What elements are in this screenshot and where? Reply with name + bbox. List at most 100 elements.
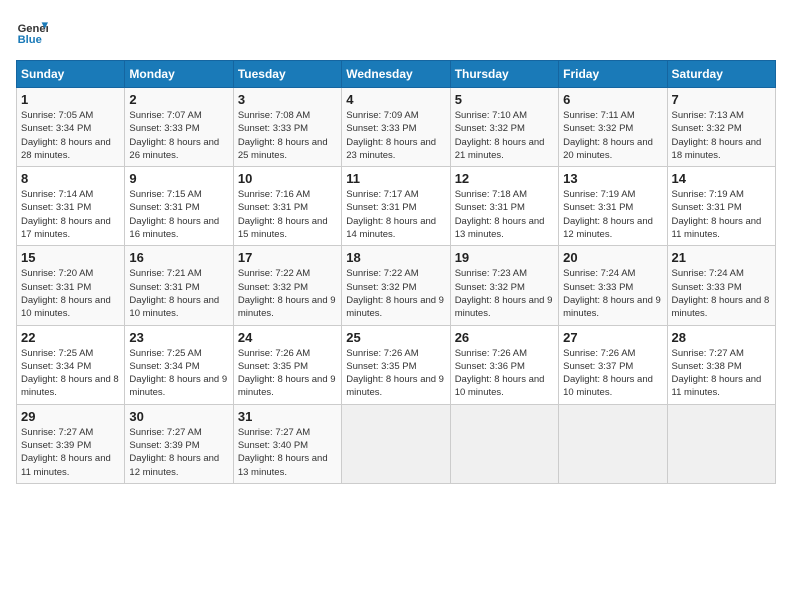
calendar-cell: 1 Sunrise: 7:05 AMSunset: 3:34 PMDaylight… — [17, 88, 125, 167]
day-info: Sunrise: 7:10 AMSunset: 3:32 PMDaylight:… — [455, 109, 554, 162]
calendar-cell: 8 Sunrise: 7:14 AMSunset: 3:31 PMDaylight… — [17, 167, 125, 246]
calendar-cell — [667, 404, 775, 483]
day-number: 20 — [563, 250, 662, 265]
col-header-friday: Friday — [559, 61, 667, 88]
day-number: 30 — [129, 409, 228, 424]
calendar-cell: 21 Sunrise: 7:24 AMSunset: 3:33 PMDayligh… — [667, 246, 775, 325]
day-info: Sunrise: 7:18 AMSunset: 3:31 PMDaylight:… — [455, 188, 554, 241]
day-info: Sunrise: 7:14 AMSunset: 3:31 PMDaylight:… — [21, 188, 120, 241]
col-header-thursday: Thursday — [450, 61, 558, 88]
day-number: 5 — [455, 92, 554, 107]
day-info: Sunrise: 7:26 AMSunset: 3:35 PMDaylight:… — [346, 347, 445, 400]
calendar-cell — [559, 404, 667, 483]
day-info: Sunrise: 7:15 AMSunset: 3:31 PMDaylight:… — [129, 188, 228, 241]
calendar-week-3: 15 Sunrise: 7:20 AMSunset: 3:31 PMDayligh… — [17, 246, 776, 325]
day-number: 4 — [346, 92, 445, 107]
day-number: 21 — [672, 250, 771, 265]
calendar-cell: 12 Sunrise: 7:18 AMSunset: 3:31 PMDayligh… — [450, 167, 558, 246]
day-info: Sunrise: 7:27 AMSunset: 3:39 PMDaylight:… — [21, 426, 120, 479]
day-number: 28 — [672, 330, 771, 345]
day-info: Sunrise: 7:09 AMSunset: 3:33 PMDaylight:… — [346, 109, 445, 162]
day-info: Sunrise: 7:26 AMSunset: 3:36 PMDaylight:… — [455, 347, 554, 400]
calendar-cell: 26Sunrise: 7:26 AMSunset: 3:36 PMDayligh… — [450, 325, 558, 404]
calendar-cell: 6Sunrise: 7:11 AMSunset: 3:32 PMDaylight… — [559, 88, 667, 167]
calendar-cell: 17 Sunrise: 7:22 AMSunset: 3:32 PMDayligh… — [233, 246, 341, 325]
calendar-cell: 14Sunrise: 7:19 AMSunset: 3:31 PMDayligh… — [667, 167, 775, 246]
day-info: Sunrise: 7:26 AMSunset: 3:35 PMDaylight:… — [238, 347, 337, 400]
calendar-cell: 22Sunrise: 7:25 AMSunset: 3:34 PMDayligh… — [17, 325, 125, 404]
day-info: Sunrise: 7:21 AMSunset: 3:31 PMDaylight:… — [129, 267, 228, 320]
day-info: Sunrise: 7:23 AMSunset: 3:32 PMDaylight:… — [455, 267, 554, 320]
day-info: Sunrise: 7:25 AMSunset: 3:34 PMDaylight:… — [129, 347, 228, 400]
logo: General Blue — [16, 16, 48, 48]
day-number: 31 — [238, 409, 337, 424]
calendar-cell: 18Sunrise: 7:22 AMSunset: 3:32 PMDayligh… — [342, 246, 450, 325]
calendar-cell: 10Sunrise: 7:16 AMSunset: 3:31 PMDayligh… — [233, 167, 341, 246]
day-number: 24 — [238, 330, 337, 345]
calendar-cell — [342, 404, 450, 483]
calendar-cell: 31 Sunrise: 7:27 AMSunset: 3:40 PMDayligh… — [233, 404, 341, 483]
calendar-cell: 30Sunrise: 7:27 AMSunset: 3:39 PMDayligh… — [125, 404, 233, 483]
day-number: 17 — [238, 250, 337, 265]
col-header-monday: Monday — [125, 61, 233, 88]
day-info: Sunrise: 7:05 AMSunset: 3:34 PMDaylight:… — [21, 109, 120, 162]
calendar-cell: 13 Sunrise: 7:19 AMSunset: 3:31 PMDayligh… — [559, 167, 667, 246]
day-number: 25 — [346, 330, 445, 345]
day-info: Sunrise: 7:22 AMSunset: 3:32 PMDaylight:… — [238, 267, 337, 320]
calendar-cell: 28 Sunrise: 7:27 AMSunset: 3:38 PMDayligh… — [667, 325, 775, 404]
day-number: 14 — [672, 171, 771, 186]
calendar-cell: 15 Sunrise: 7:20 AMSunset: 3:31 PMDayligh… — [17, 246, 125, 325]
day-number: 18 — [346, 250, 445, 265]
day-number: 3 — [238, 92, 337, 107]
day-number: 22 — [21, 330, 120, 345]
calendar-table: SundayMondayTuesdayWednesdayThursdayFrid… — [16, 60, 776, 484]
day-info: Sunrise: 7:26 AMSunset: 3:37 PMDaylight:… — [563, 347, 662, 400]
day-number: 8 — [21, 171, 120, 186]
calendar-cell: 20 Sunrise: 7:24 AMSunset: 3:33 PMDayligh… — [559, 246, 667, 325]
calendar-cell: 25 Sunrise: 7:26 AMSunset: 3:35 PMDayligh… — [342, 325, 450, 404]
calendar-week-5: 29 Sunrise: 7:27 AMSunset: 3:39 PMDayligh… — [17, 404, 776, 483]
col-header-wednesday: Wednesday — [342, 61, 450, 88]
calendar-week-4: 22 Sunrise: 7:25 AMSunset: 3:34 PMDayligh… — [17, 325, 776, 404]
calendar-cell: 2Sunrise: 7:07 AMSunset: 3:33 PMDaylight… — [125, 88, 233, 167]
day-info: Sunrise: 7:24 AMSunset: 3:33 PMDaylight:… — [672, 267, 771, 320]
day-number: 29 — [21, 409, 120, 424]
calendar-cell: 27 Sunrise: 7:26 AMSunset: 3:37 PMDayligh… — [559, 325, 667, 404]
calendar-cell: 23Sunrise: 7:25 AMSunset: 3:34 PMDayligh… — [125, 325, 233, 404]
day-info: Sunrise: 7:16 AMSunset: 3:31 PMDaylight:… — [238, 188, 337, 241]
calendar-cell: 16Sunrise: 7:21 AMSunset: 3:31 PMDayligh… — [125, 246, 233, 325]
day-number: 7 — [672, 92, 771, 107]
day-number: 15 — [21, 250, 120, 265]
day-number: 11 — [346, 171, 445, 186]
page-header: General Blue — [16, 16, 776, 48]
calendar-cell: 9 Sunrise: 7:15 AMSunset: 3:31 PMDaylight… — [125, 167, 233, 246]
logo-icon: General Blue — [16, 16, 48, 48]
day-info: Sunrise: 7:24 AMSunset: 3:33 PMDaylight:… — [563, 267, 662, 320]
calendar-cell: 29 Sunrise: 7:27 AMSunset: 3:39 PMDayligh… — [17, 404, 125, 483]
day-info: Sunrise: 7:19 AMSunset: 3:31 PMDaylight:… — [563, 188, 662, 241]
calendar-cell: 11 Sunrise: 7:17 AMSunset: 3:31 PMDayligh… — [342, 167, 450, 246]
day-number: 2 — [129, 92, 228, 107]
calendar-cell: 7 Sunrise: 7:13 AMSunset: 3:32 PMDaylight… — [667, 88, 775, 167]
calendar-cell: 24 Sunrise: 7:26 AMSunset: 3:35 PMDayligh… — [233, 325, 341, 404]
day-number: 27 — [563, 330, 662, 345]
calendar-cell — [450, 404, 558, 483]
calendar-week-1: 1 Sunrise: 7:05 AMSunset: 3:34 PMDaylight… — [17, 88, 776, 167]
header-row: SundayMondayTuesdayWednesdayThursdayFrid… — [17, 61, 776, 88]
day-number: 9 — [129, 171, 228, 186]
calendar-cell: 3Sunrise: 7:08 AMSunset: 3:33 PMDaylight… — [233, 88, 341, 167]
day-info: Sunrise: 7:27 AMSunset: 3:38 PMDaylight:… — [672, 347, 771, 400]
day-info: Sunrise: 7:20 AMSunset: 3:31 PMDaylight:… — [21, 267, 120, 320]
calendar-week-2: 8 Sunrise: 7:14 AMSunset: 3:31 PMDaylight… — [17, 167, 776, 246]
col-header-sunday: Sunday — [17, 61, 125, 88]
day-number: 1 — [21, 92, 120, 107]
svg-text:Blue: Blue — [18, 34, 42, 46]
day-info: Sunrise: 7:13 AMSunset: 3:32 PMDaylight:… — [672, 109, 771, 162]
calendar-cell: 4 Sunrise: 7:09 AMSunset: 3:33 PMDaylight… — [342, 88, 450, 167]
day-info: Sunrise: 7:17 AMSunset: 3:31 PMDaylight:… — [346, 188, 445, 241]
calendar-cell: 19Sunrise: 7:23 AMSunset: 3:32 PMDayligh… — [450, 246, 558, 325]
day-info: Sunrise: 7:11 AMSunset: 3:32 PMDaylight:… — [563, 109, 662, 162]
day-number: 12 — [455, 171, 554, 186]
day-number: 13 — [563, 171, 662, 186]
day-info: Sunrise: 7:27 AMSunset: 3:40 PMDaylight:… — [238, 426, 337, 479]
